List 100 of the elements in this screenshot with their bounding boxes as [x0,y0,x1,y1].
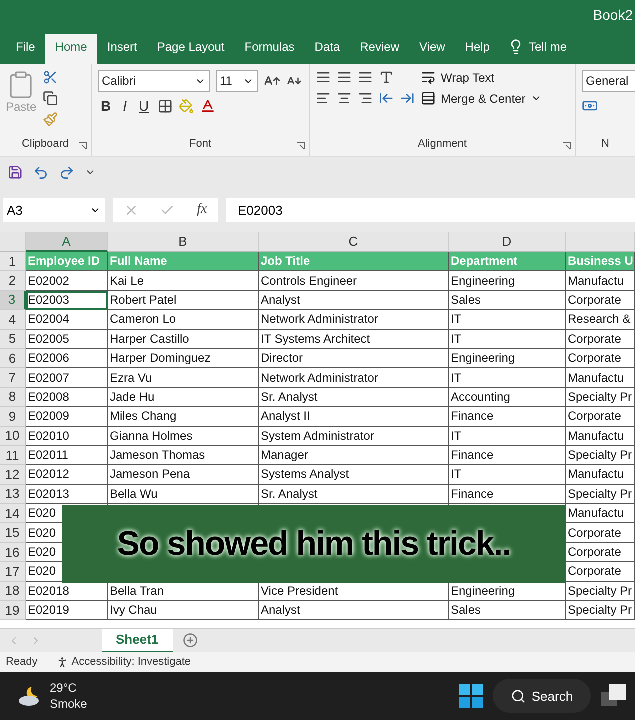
align-left-icon [316,91,331,106]
table-cell: Bella Tran [108,582,259,602]
row-number[interactable]: 5 [0,330,26,349]
bottom-align-button[interactable] [358,70,373,85]
row-number[interactable]: 12 [0,465,26,485]
merge-center-button[interactable]: Merge & Center [421,91,542,106]
column-header[interactable]: C [259,232,449,252]
table-cell: E02002 [26,271,108,291]
column-header[interactable]: B [108,232,259,252]
row-number[interactable]: 4 [0,310,26,330]
start-icon[interactable] [459,684,483,708]
table-cell: Network Administrator [259,310,449,330]
redo-button[interactable] [59,164,75,180]
table-cell: Specialty Pr [566,446,635,466]
font-style-button[interactable]: I [120,98,130,114]
align-center-button[interactable] [337,91,352,106]
middle-align-button[interactable] [337,70,352,85]
table-cell: Sales [449,290,566,310]
row-number[interactable]: 16 [0,542,26,562]
row-number[interactable]: 6 [0,348,26,368]
copy-button[interactable] [42,91,58,106]
number-format-dropdown[interactable]: General [582,70,635,92]
font-style-button[interactable]: B [98,98,114,114]
table-cell: Manufactu [566,271,635,291]
borders-button[interactable] [158,98,174,114]
table-cell: Corporate [566,562,635,582]
row-number[interactable]: 2 [0,271,26,291]
tell-me-field[interactable]: Tell me [500,34,567,64]
table-cell: Cameron Lo [108,310,259,330]
formula-field[interactable]: E02003 [226,198,635,222]
name-box[interactable]: A3 [3,198,105,222]
save-button[interactable] [8,165,23,180]
ribbon-tab[interactable]: View [410,34,456,64]
table-cell: Engineering [449,271,566,291]
increase-indent-button[interactable] [400,91,415,106]
sheet-tab[interactable]: Sheet1 [102,628,173,652]
table-cell: Harper Dominguez [108,348,259,368]
row-number[interactable]: 8 [0,388,26,408]
ribbon-tab[interactable]: File [6,34,46,64]
ribbon-tab[interactable]: Formulas [234,34,305,64]
row-number[interactable]: 13 [0,484,26,504]
table-cell: Corporate [566,542,635,562]
wrap-text-button[interactable]: Wrap Text [421,70,542,85]
fill-color-button[interactable] [179,98,194,114]
ribbon-tab[interactable]: Data [304,34,350,64]
table-cell: Specialty Pr [566,582,635,602]
accessibility-status[interactable]: Accessibility: Investigate [72,656,192,668]
row-number[interactable]: 7 [0,368,26,388]
table-cell: Accounting [449,388,566,408]
orientation-button[interactable] [379,70,394,85]
ribbon-tab[interactable]: Insert [97,34,148,64]
row-number[interactable]: 11 [0,446,26,466]
table-cell: Corporate [566,290,635,310]
paintbrush-icon [42,112,58,127]
table-cell: E02010 [26,426,108,446]
table-cell: Engineering [449,348,566,368]
ribbon-tab[interactable]: Page Layout [147,34,235,64]
top-align-button[interactable] [316,70,331,85]
decrease-indent-button[interactable] [379,91,394,106]
ribbon-tab[interactable]: Home [45,34,98,64]
column-header[interactable]: D [449,232,566,252]
insert-function-button[interactable]: fx [197,202,208,218]
table-cell: Jameson Pena [108,465,259,485]
table-cell: E02008 [26,388,108,408]
add-sheet-button[interactable] [182,633,198,648]
undo-button[interactable] [33,164,49,180]
row-number[interactable]: 14 [0,504,26,524]
font-size-dropdown[interactable]: 11 [216,70,258,92]
ribbon-tab[interactable]: Review [350,34,410,64]
align-left-button[interactable] [316,91,331,106]
cut-button[interactable] [42,70,58,85]
row-number[interactable]: 19 [0,601,26,620]
column-header[interactable]: A [26,232,108,252]
ribbon-tab[interactable]: Help [455,34,500,64]
row-number[interactable]: 9 [0,407,26,427]
font-style-button[interactable]: U [136,98,152,114]
column-title: Department [449,252,566,272]
row-number[interactable]: 18 [0,582,26,602]
task-view-icon[interactable] [601,684,627,708]
table-cell: Analyst II [259,407,449,427]
row-number[interactable]: 17 [0,562,26,582]
orientation-icon [379,70,394,85]
row-number[interactable]: 15 [0,523,26,543]
table-cell: Manufactu [566,368,635,388]
dialog-launcher-icon[interactable] [79,142,87,150]
dialog-launcher-icon[interactable] [297,142,305,150]
table-cell: Gianna Holmes [108,426,259,446]
font-color-button[interactable] [200,98,216,114]
caption-text: So showed him this trick.. [117,524,511,564]
search-button[interactable]: Search [493,679,591,713]
font-name-dropdown[interactable]: Calibri [98,70,210,92]
align-icon [337,70,352,85]
row-number[interactable]: 10 [0,426,26,446]
align-right-button[interactable] [358,91,373,106]
table-cell: Ezra Vu [108,368,259,388]
dialog-launcher-icon[interactable] [563,142,571,150]
table-cell: Robert Patel [108,290,259,310]
row-number[interactable]: 3 [0,290,26,310]
row-number[interactable]: 1 [0,252,26,272]
table-cell: Corporate [566,348,635,368]
